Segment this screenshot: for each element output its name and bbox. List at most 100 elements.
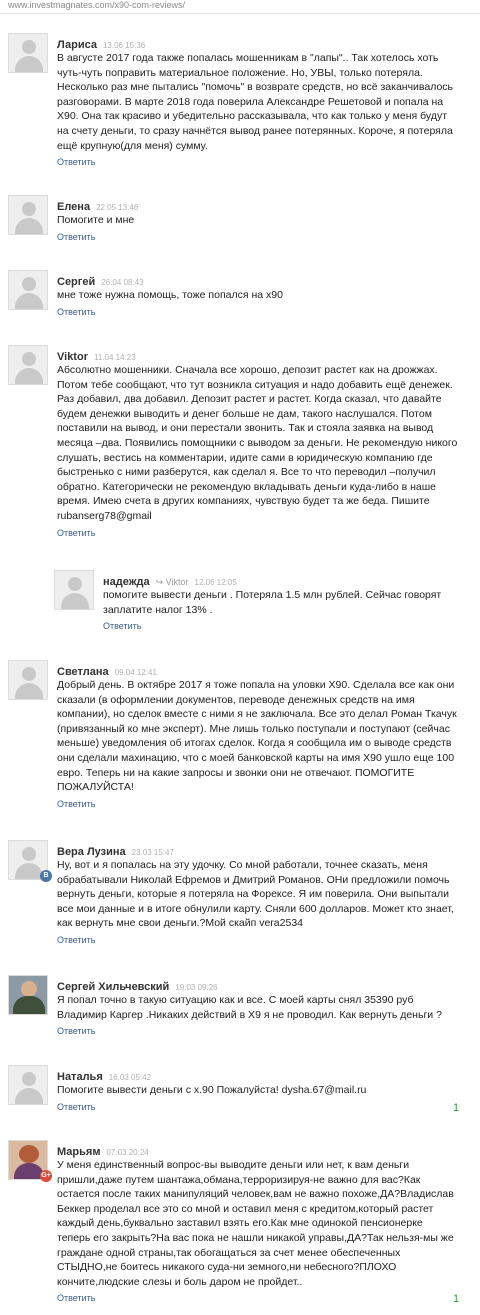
- reply-link[interactable]: Ответить: [57, 232, 95, 242]
- comment-text-line: Х90. Она так красиво и убедительно расск…: [57, 110, 448, 123]
- comment-text-line: как вернуть мне свои деньги.?Мой скайп v…: [57, 917, 304, 930]
- avatar[interactable]: [8, 33, 48, 73]
- google-plus-badge-icon[interactable]: G+: [40, 1170, 52, 1182]
- avatar-head-shape: [19, 1145, 39, 1163]
- comment-text-line: остается после таких манипуляций человек…: [57, 1188, 454, 1201]
- reply-to-ref[interactable]: ↪ Viktor: [156, 577, 189, 587]
- avatar-head-shape: [22, 277, 36, 291]
- comment-text-line: время. Имею счета в других компаниях, чу…: [57, 495, 430, 508]
- reply-link[interactable]: Ответить: [57, 799, 95, 809]
- reply-link[interactable]: Ответить: [57, 157, 95, 167]
- avatar-body-shape: [61, 593, 89, 609]
- comment-text-line: Ну, вот и я попалась на эту удочку. Со м…: [57, 859, 428, 871]
- avatar[interactable]: [8, 195, 48, 235]
- comment-text-line: Помогите и мне: [57, 214, 135, 226]
- browser-url: www.investmagnates.com/x90-com-reviews/: [8, 0, 186, 10]
- comment-author[interactable]: Лариса: [57, 39, 97, 51]
- reply-link[interactable]: Ответить: [57, 528, 95, 538]
- comment-date: 13.06 15:36: [102, 41, 146, 50]
- comment-text-line: Добрый день. В октябре 2017 я тоже попал…: [57, 679, 455, 691]
- comment-text-line: Помогите вывести деньги с х.90 Пожалуйст…: [57, 1084, 367, 1096]
- comment-text-line: слушать, вестись на комментарии, идите с…: [57, 451, 433, 464]
- comment-text-line: будем денежки выводить и денег больше не…: [57, 407, 432, 420]
- comment-text-line: помогите вывести деньги . Потеряла 1.5 м…: [103, 589, 442, 601]
- comment-text-line: Потом тебе сообщают, что тут возникла си…: [57, 378, 453, 391]
- comment-author[interactable]: Сергей: [57, 276, 95, 288]
- comment-date: 09.04 12:41: [114, 668, 157, 677]
- comment-author[interactable]: Марьям: [57, 1146, 100, 1158]
- avatar[interactable]: [8, 345, 48, 385]
- comment-date: 07.03 20:24: [106, 1148, 149, 1157]
- browser-url-bar[interactable]: www.investmagnates.com/x90-com-reviews/: [0, 0, 480, 14]
- avatar-head-shape: [68, 577, 82, 591]
- comment-text: Помогите и мне: [57, 213, 134, 228]
- reply-link[interactable]: Ответить: [57, 1102, 95, 1112]
- comment-text-line: rubanserg78@gmail: [57, 509, 152, 522]
- reply-arrow-icon: ↪: [155, 577, 166, 587]
- comment-author[interactable]: Сергей Хильчевский: [57, 981, 169, 993]
- comment-text-line: ещё крупную(для меня) сумму.: [57, 139, 208, 152]
- reply-counter[interactable]: 1: [453, 1102, 459, 1114]
- comment-date: 23.03 15:47: [131, 848, 174, 857]
- avatar-body-shape: [15, 218, 43, 234]
- avatar-body-shape: [15, 56, 43, 72]
- comment-text-line: компании), но сделок вместе с ними я не …: [57, 708, 457, 721]
- avatar-body-shape: [13, 996, 45, 1014]
- comment-text: Помогите вывести деньги с х.90 Пожалуйст…: [57, 1083, 366, 1098]
- comment-text-line: В августе 2017 года также попалась мошен…: [57, 52, 439, 64]
- avatar[interactable]: [54, 570, 94, 610]
- comment-author[interactable]: Viktor: [57, 351, 88, 363]
- comment-author[interactable]: Вера Лузина: [57, 846, 126, 858]
- reply-link[interactable]: Ответить: [57, 1026, 95, 1036]
- avatar-body-shape: [15, 368, 43, 384]
- comment-text-line: (привязанный ко мне эксперт). Мне лишь т…: [57, 722, 450, 735]
- comment-author[interactable]: Елена: [57, 201, 90, 213]
- comment-text-line: каждый день,буквально заставил взять его…: [57, 1217, 423, 1230]
- reply-counter[interactable]: 1: [453, 1293, 459, 1305]
- comment-text-line: пришли,даже путем шантажа,обмана,террори…: [57, 1173, 421, 1186]
- comment-text-line: меньше) уведомления об итогах сделок. Ко…: [57, 737, 452, 750]
- comment-text-line: ПОЖАЛУЙСТА!: [57, 781, 134, 794]
- comment-text-line: Несколько раз мне пытались "помочь" в во…: [57, 81, 454, 94]
- comment-text-line: мне тоже нужна помощь, тоже попался на х…: [57, 289, 283, 301]
- comment-text-line: на счету деньги, то сразу начнётся вывод…: [57, 124, 453, 137]
- comment-text: Ну, вот и я попалась на эту удочку. Со м…: [57, 858, 454, 931]
- comment-text-line: Раз добавил, два добавил. Депозит растет…: [57, 393, 442, 406]
- avatar[interactable]: [8, 270, 48, 310]
- comment-text: Добрый день. В октябре 2017 я тоже попал…: [57, 678, 457, 795]
- reply-link[interactable]: Ответить: [57, 307, 95, 317]
- avatar-head-shape: [22, 667, 36, 681]
- avatar-head-shape: [22, 352, 36, 366]
- comment-text-line: обрабатывали Николай Ефремов и Дмитрий Р…: [57, 873, 450, 886]
- comment-date: 12.06 12:05: [194, 578, 237, 587]
- reply-to-author: Viktor: [165, 577, 189, 587]
- comment-text-line: евро. Теперь ни на какие запросы и звонк…: [57, 766, 415, 779]
- avatar-body-shape: [15, 293, 43, 309]
- reply-link[interactable]: Ответить: [103, 621, 141, 631]
- avatar[interactable]: [8, 975, 48, 1015]
- comment-text-line: Владимир Каргер .Никаких действий в Х9 я…: [57, 1008, 442, 1021]
- avatar-body-shape: [15, 683, 43, 699]
- comment-author[interactable]: Наталья: [57, 1071, 103, 1083]
- comment-text: помогите вывести деньги . Потеряла 1.5 м…: [103, 588, 441, 617]
- reply-link[interactable]: Ответить: [57, 935, 95, 945]
- avatar-head-shape: [22, 202, 36, 216]
- comment-author[interactable]: Светлана: [57, 666, 109, 678]
- avatar-head-shape: [22, 847, 36, 861]
- avatar[interactable]: [8, 1065, 48, 1105]
- comment-date: 16.03 05:42: [108, 1073, 152, 1082]
- comment-text-line: Абсолютно мошенники. Сначала все хорошо,…: [57, 364, 438, 376]
- comment-date: 26.04 08:43: [101, 278, 144, 287]
- comment-text-line: Беккер проделал все это со мной и остави…: [57, 1202, 434, 1215]
- comment-date: 22.05 13:46: [96, 203, 139, 212]
- comment-text: Я попал точно в такую ситуацию как и все…: [57, 993, 442, 1022]
- vk-badge-icon[interactable]: B: [40, 870, 52, 882]
- comment-text-line: чуть-чуть поправить материальное положен…: [57, 66, 423, 79]
- avatar[interactable]: [8, 660, 48, 700]
- reply-link[interactable]: Ответить: [57, 1293, 95, 1303]
- comment-text-line: У меня единственный вопрос-вы выводите д…: [57, 1159, 410, 1171]
- comment-text-line: Я попал точно в такую ситуацию как и все…: [57, 994, 414, 1006]
- comment-author[interactable]: надежда: [103, 576, 150, 588]
- comment-text-line: они сделали махинацию, что с моей банков…: [57, 751, 455, 764]
- comment-text: мне тоже нужна помощь, тоже попался на х…: [57, 288, 283, 303]
